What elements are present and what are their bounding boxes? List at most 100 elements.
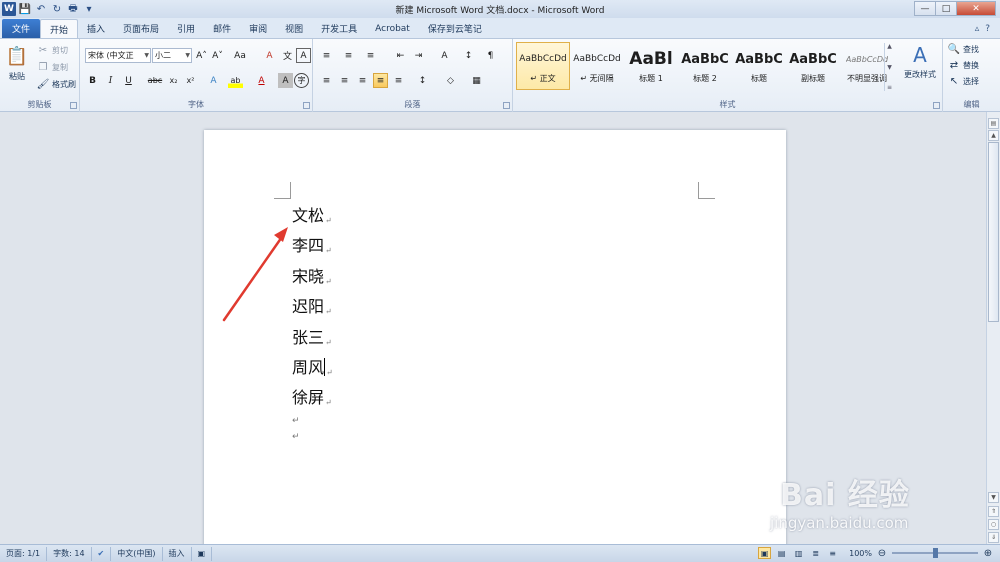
font-name-combo[interactable]: 宋体 (中文正 ▼ xyxy=(85,48,151,63)
chinese-layout-icon[interactable]: A xyxy=(437,48,452,63)
align-right-icon[interactable]: ≡ xyxy=(355,73,370,88)
italic-button[interactable]: I xyxy=(103,73,118,88)
zoom-slider[interactable] xyxy=(892,548,978,558)
status-page[interactable]: 页面: 1/1 xyxy=(0,546,48,561)
strikethrough-button[interactable]: abc xyxy=(146,73,164,88)
font-size-combo[interactable]: 小二 ▼ xyxy=(152,48,192,63)
tab-insert[interactable]: 插入 xyxy=(78,19,114,38)
format-painter-button[interactable]: 🖌 格式刷 xyxy=(36,77,76,91)
zoom-slider-thumb[interactable] xyxy=(933,548,938,558)
paragraph-launcher-icon[interactable] xyxy=(503,102,510,109)
vertical-scrollbar[interactable]: ▤ ▲ ▼ ⇑ ○ ⇓ xyxy=(986,112,1000,544)
style-item[interactable]: AaBl 标题 1 xyxy=(624,42,678,90)
superscript-button[interactable]: x² xyxy=(183,73,198,88)
tab-home[interactable]: 开始 xyxy=(40,19,79,38)
styles-gallery-scroll[interactable]: ▲ ▼ ≡ xyxy=(884,43,894,91)
help-icon[interactable]: ? xyxy=(985,24,990,34)
line-spacing-icon[interactable]: ↕ xyxy=(415,73,430,88)
chevron-down-icon[interactable]: ▼ xyxy=(887,64,892,71)
increase-indent-icon[interactable]: ⇥ xyxy=(411,48,426,63)
style-item[interactable]: AaBbC 标题 xyxy=(732,42,786,90)
maximize-button[interactable]: □ xyxy=(935,1,957,16)
paste-button[interactable]: 📋 粘贴 xyxy=(4,43,30,82)
macro-record-icon[interactable]: ▣ xyxy=(192,546,213,561)
empty-paragraph-mark-icon[interactable]: ↵ xyxy=(292,416,300,426)
minimize-button[interactable]: — xyxy=(914,1,936,16)
change-case-icon[interactable]: Aa xyxy=(230,48,250,63)
browse-object-icon[interactable]: ○ xyxy=(988,519,999,530)
web-layout-icon[interactable]: ▥ xyxy=(792,547,805,559)
scrollbar-thumb[interactable] xyxy=(988,142,999,322)
numbering-icon[interactable]: ≡ xyxy=(341,48,356,63)
empty-paragraph-mark-icon[interactable]: ↵ xyxy=(292,432,300,442)
status-word-count[interactable]: 字数: 14 xyxy=(47,546,92,561)
outline-view-icon[interactable]: ≣ xyxy=(809,547,822,559)
show-marks-icon[interactable]: ¶ xyxy=(483,48,498,63)
character-shading-icon[interactable]: A xyxy=(278,73,293,88)
tab-cloud-note[interactable]: 保存到云笔记 xyxy=(419,19,491,38)
enclose-characters-icon[interactable]: 字 xyxy=(294,73,309,88)
zoom-level[interactable]: 100% xyxy=(849,549,872,558)
replace-button[interactable]: ⇄ 替换 xyxy=(947,58,979,72)
underline-button[interactable]: U xyxy=(121,73,136,88)
zoom-out-icon[interactable]: ⊖ xyxy=(876,548,888,559)
zoom-in-icon[interactable]: ⊕ xyxy=(982,548,994,559)
font-color-icon[interactable]: A xyxy=(254,73,269,88)
style-item[interactable]: AaBbCcDd ↵ 无间隔 xyxy=(570,42,624,90)
ruler-toggle-icon[interactable]: ▤ xyxy=(988,118,999,129)
character-border-icon[interactable]: A xyxy=(296,48,311,63)
minimize-ribbon-icon[interactable]: ▵ xyxy=(975,24,980,34)
bullets-icon[interactable]: ≡ xyxy=(319,48,334,63)
chevron-up-icon[interactable]: ▲ xyxy=(887,43,892,50)
tab-developer[interactable]: 开发工具 xyxy=(312,19,366,38)
highlight-icon[interactable]: ab xyxy=(228,73,243,88)
align-left-icon[interactable]: ≡ xyxy=(319,73,334,88)
change-styles-button[interactable]: A 更改样式 xyxy=(900,43,940,80)
clear-format-icon[interactable]: A xyxy=(262,48,277,63)
close-button[interactable]: ✕ xyxy=(956,1,996,16)
multilevel-list-icon[interactable]: ≡ xyxy=(363,48,378,63)
justify-icon[interactable]: ≡ xyxy=(373,73,388,88)
bold-button[interactable]: B xyxy=(85,73,100,88)
copy-button[interactable]: ❐ 复制 xyxy=(36,60,68,74)
status-insert-mode[interactable]: 插入 xyxy=(163,546,192,561)
borders-icon[interactable]: ▦ xyxy=(469,73,484,88)
scroll-up-icon[interactable]: ▲ xyxy=(988,130,999,141)
tab-file[interactable]: 文件 xyxy=(2,19,40,38)
distributed-icon[interactable]: ≡ xyxy=(391,73,406,88)
style-item[interactable]: AaBbC 副标题 xyxy=(786,42,840,90)
full-screen-reading-icon[interactable]: ▤ xyxy=(775,547,788,559)
tab-acrobat[interactable]: Acrobat xyxy=(366,19,419,38)
scroll-down-icon[interactable]: ▼ xyxy=(988,492,999,503)
sort-icon[interactable]: ↕ xyxy=(461,48,476,63)
cut-button[interactable]: ✂ 剪切 xyxy=(36,43,68,57)
more-styles-icon[interactable]: ≡ xyxy=(887,84,892,91)
draft-view-icon[interactable]: ≡ xyxy=(826,547,839,559)
shrink-font-icon[interactable]: A˅ xyxy=(210,48,225,63)
paragraph-shading-icon[interactable]: ◇ xyxy=(443,73,458,88)
grow-font-icon[interactable]: A˄ xyxy=(194,48,209,63)
text-effects-icon[interactable]: A xyxy=(206,73,221,88)
align-center-icon[interactable]: ≡ xyxy=(337,73,352,88)
status-language[interactable]: 中文(中国) xyxy=(111,546,163,561)
font-launcher-icon[interactable] xyxy=(303,102,310,109)
document-workspace[interactable]: 文松↵ 李四↵ 宋晓↵ 迟阳↵ 张三↵ 周风 ↵ 徐屏↵ ↵ ↵ Bai 经验 j… xyxy=(0,112,986,544)
tab-mailings[interactable]: 邮件 xyxy=(204,19,240,38)
previous-page-icon[interactable]: ⇑ xyxy=(988,506,999,517)
style-item[interactable]: AaBbCcDd ↵ 正文 xyxy=(516,42,570,90)
decrease-indent-icon[interactable]: ⇤ xyxy=(393,48,408,63)
clipboard-launcher-icon[interactable] xyxy=(70,102,77,109)
find-button[interactable]: 🔍 查找 xyxy=(947,42,979,56)
style-item[interactable]: AaBbC 标题 2 xyxy=(678,42,732,90)
print-layout-view-icon[interactable]: ▣ xyxy=(758,547,772,559)
select-button[interactable]: ↖ 选择 xyxy=(947,74,979,88)
subscript-button[interactable]: x₂ xyxy=(166,73,181,88)
tab-review[interactable]: 审阅 xyxy=(240,19,276,38)
styles-launcher-icon[interactable] xyxy=(933,102,940,109)
proofing-icon[interactable]: ✔ xyxy=(92,546,112,561)
tab-references[interactable]: 引用 xyxy=(168,19,204,38)
tab-view[interactable]: 视图 xyxy=(276,19,312,38)
next-page-icon[interactable]: ⇓ xyxy=(988,532,999,543)
phonetic-guide-icon[interactable]: 文 xyxy=(280,48,295,63)
tab-page-layout[interactable]: 页面布局 xyxy=(114,19,168,38)
